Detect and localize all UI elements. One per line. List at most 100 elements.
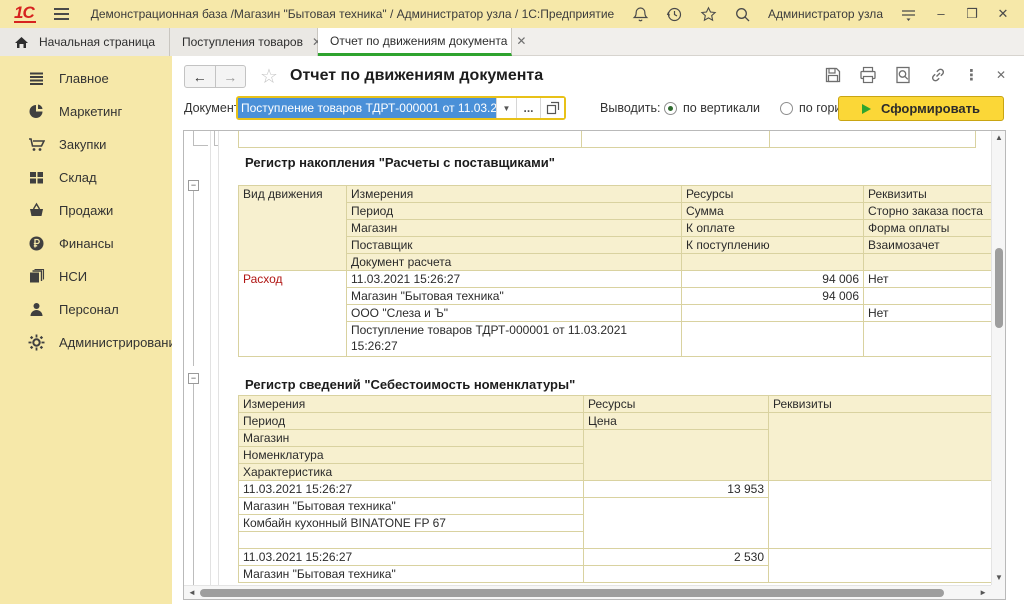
- cell: Характеристика: [239, 464, 584, 481]
- cell: Номенклатура: [239, 447, 584, 464]
- horizontal-scroll-thumb[interactable]: [200, 589, 944, 597]
- report-container: − − Регистр накопления "Расчеты с постав…: [183, 130, 1006, 600]
- cell: [682, 305, 864, 322]
- sidebar-item-zakupki[interactable]: Закупки: [0, 128, 172, 161]
- cell: Форма оплаты: [864, 220, 992, 237]
- main-menu-icon[interactable]: [54, 5, 69, 23]
- favorite-star-icon[interactable]: ☆: [260, 64, 278, 89]
- radio-vertical[interactable]: [664, 102, 677, 115]
- cell: ООО "Слеза и Ъ": [347, 305, 682, 322]
- sidebar-item-marketing[interactable]: Маркетинг: [0, 95, 172, 128]
- grouping-gutter: − −: [184, 131, 220, 585]
- generate-button[interactable]: Сформировать: [838, 96, 1004, 121]
- minimize-button[interactable]: –: [934, 7, 948, 21]
- cell: Период: [239, 413, 584, 430]
- register-table-2: Измерения Ресурсы Реквизиты Период Цена …: [238, 395, 991, 583]
- sidebar-item-personal[interactable]: Персонал: [0, 293, 172, 326]
- document-input[interactable]: Поступление товаров ТДРТ-000001 от 11.03…: [238, 98, 496, 118]
- vertical-scrollbar[interactable]: ▲ ▼: [991, 131, 1005, 585]
- cell: Магазин: [347, 220, 682, 237]
- horizontal-scrollbar[interactable]: ◄ ►: [184, 585, 991, 599]
- cell: [682, 254, 864, 271]
- print-preview-icon[interactable]: [894, 66, 912, 84]
- radio-horizontal[interactable]: [780, 102, 793, 115]
- cell: 94 006: [682, 271, 864, 288]
- search-icon[interactable]: [734, 6, 751, 23]
- sidebar-item-finansy[interactable]: Финансы: [0, 227, 172, 260]
- cell: Взаимозачет: [864, 237, 992, 254]
- choose-button[interactable]: ...: [516, 98, 540, 118]
- scrollbar-corner: [991, 585, 1005, 599]
- sidebar-item-label: Персонал: [59, 302, 119, 317]
- cell: [682, 322, 864, 357]
- register-table-1: Вид движения Измерения Ресурсы Реквизиты…: [238, 185, 991, 357]
- section1-heading: Регистр накопления "Расчеты с поставщика…: [245, 155, 555, 170]
- sidebar-item-nsi[interactable]: НСИ: [0, 260, 172, 293]
- tab-home[interactable]: Начальная страница: [0, 28, 170, 56]
- page-title: Отчет по движениям документа: [290, 67, 543, 85]
- sidebar-item-label: Закупки: [59, 137, 106, 152]
- vertical-scroll-thumb[interactable]: [995, 248, 1003, 328]
- document-label: Документ:: [184, 101, 243, 115]
- tab-postupleniya[interactable]: Поступления товаров ✕: [170, 28, 318, 56]
- cell: [769, 481, 992, 549]
- scroll-down-icon[interactable]: ▼: [995, 574, 1003, 582]
- forward-button[interactable]: →: [216, 66, 246, 87]
- cell: Нет: [864, 305, 992, 322]
- more-actions-icon[interactable]: ⋮: [964, 66, 979, 84]
- close-form-icon[interactable]: ✕: [996, 68, 1006, 82]
- maximize-button[interactable]: ❒: [965, 7, 979, 21]
- radio-vertical-label[interactable]: по вертикали: [683, 101, 760, 115]
- cell: Документ расчета: [347, 254, 682, 271]
- cell: [769, 413, 992, 481]
- scroll-right-icon[interactable]: ►: [979, 589, 987, 597]
- dropdown-icon[interactable]: ▼: [496, 98, 516, 118]
- cell: Реквизиты: [864, 186, 992, 203]
- print-icon[interactable]: [859, 66, 877, 84]
- collapse-group-1[interactable]: −: [188, 180, 199, 191]
- report-content: Регистр накопления "Расчеты с поставщика…: [220, 131, 991, 585]
- sidebar-item-label: Склад: [59, 170, 97, 185]
- window-titlebar: 1С Демонстрационная база /Магазин "Бытов…: [0, 0, 1024, 28]
- cell: [584, 566, 769, 583]
- tab-otchet-active[interactable]: Отчет по движениям документа ✕: [318, 28, 512, 56]
- scroll-left-icon[interactable]: ◄: [188, 589, 196, 597]
- sidebar-item-sklad[interactable]: Склад: [0, 161, 172, 194]
- cell: Ресурсы: [682, 186, 864, 203]
- open-document-icon[interactable]: [540, 98, 564, 118]
- ruble-icon: [28, 235, 45, 252]
- notifications-bell-icon[interactable]: [632, 6, 649, 23]
- sidebar-item-label: Главное: [59, 71, 109, 86]
- nav-buttons: ← →: [184, 65, 246, 88]
- sidebar-item-label: Финансы: [59, 236, 114, 251]
- favorites-star-icon[interactable]: [700, 6, 717, 23]
- get-link-icon[interactable]: [929, 66, 947, 84]
- cell: Нет: [864, 271, 992, 288]
- cell: Магазин "Бытовая техника": [347, 288, 682, 305]
- boxes-grid-icon: [28, 169, 45, 186]
- current-user[interactable]: Администратор узла: [768, 7, 883, 21]
- collapse-group-2[interactable]: −: [188, 373, 199, 384]
- cell: Вид движения: [239, 186, 347, 271]
- cell: Магазин "Бытовая техника": [239, 566, 584, 583]
- cell: [239, 532, 584, 549]
- movement-type-cell: Расход: [239, 271, 347, 357]
- sidebar-item-glavnoe[interactable]: Главное: [0, 62, 172, 95]
- cell: Период: [347, 203, 682, 220]
- back-button[interactable]: ←: [185, 66, 216, 87]
- sidebar-item-prodazhi[interactable]: Продажи: [0, 194, 172, 227]
- scroll-up-icon[interactable]: ▲: [995, 134, 1003, 142]
- sidebar-item-label: Маркетинг: [59, 104, 122, 119]
- cell: 11.03.2021 15:26:27: [239, 481, 584, 498]
- sidebar-item-label: Администрирование: [59, 335, 183, 350]
- sidebar-item-administrirovanie[interactable]: Администрирование: [0, 326, 172, 359]
- partial-table-row: [238, 131, 976, 148]
- 1c-logo: 1С: [14, 5, 36, 23]
- cell: Измерения: [347, 186, 682, 203]
- cell: Сумма: [682, 203, 864, 220]
- close-window-button[interactable]: ✕: [996, 7, 1010, 21]
- history-icon[interactable]: [666, 6, 683, 23]
- tab-close-icon[interactable]: ✕: [516, 36, 526, 46]
- service-menu-icon[interactable]: [900, 6, 917, 23]
- save-icon[interactable]: [824, 66, 842, 84]
